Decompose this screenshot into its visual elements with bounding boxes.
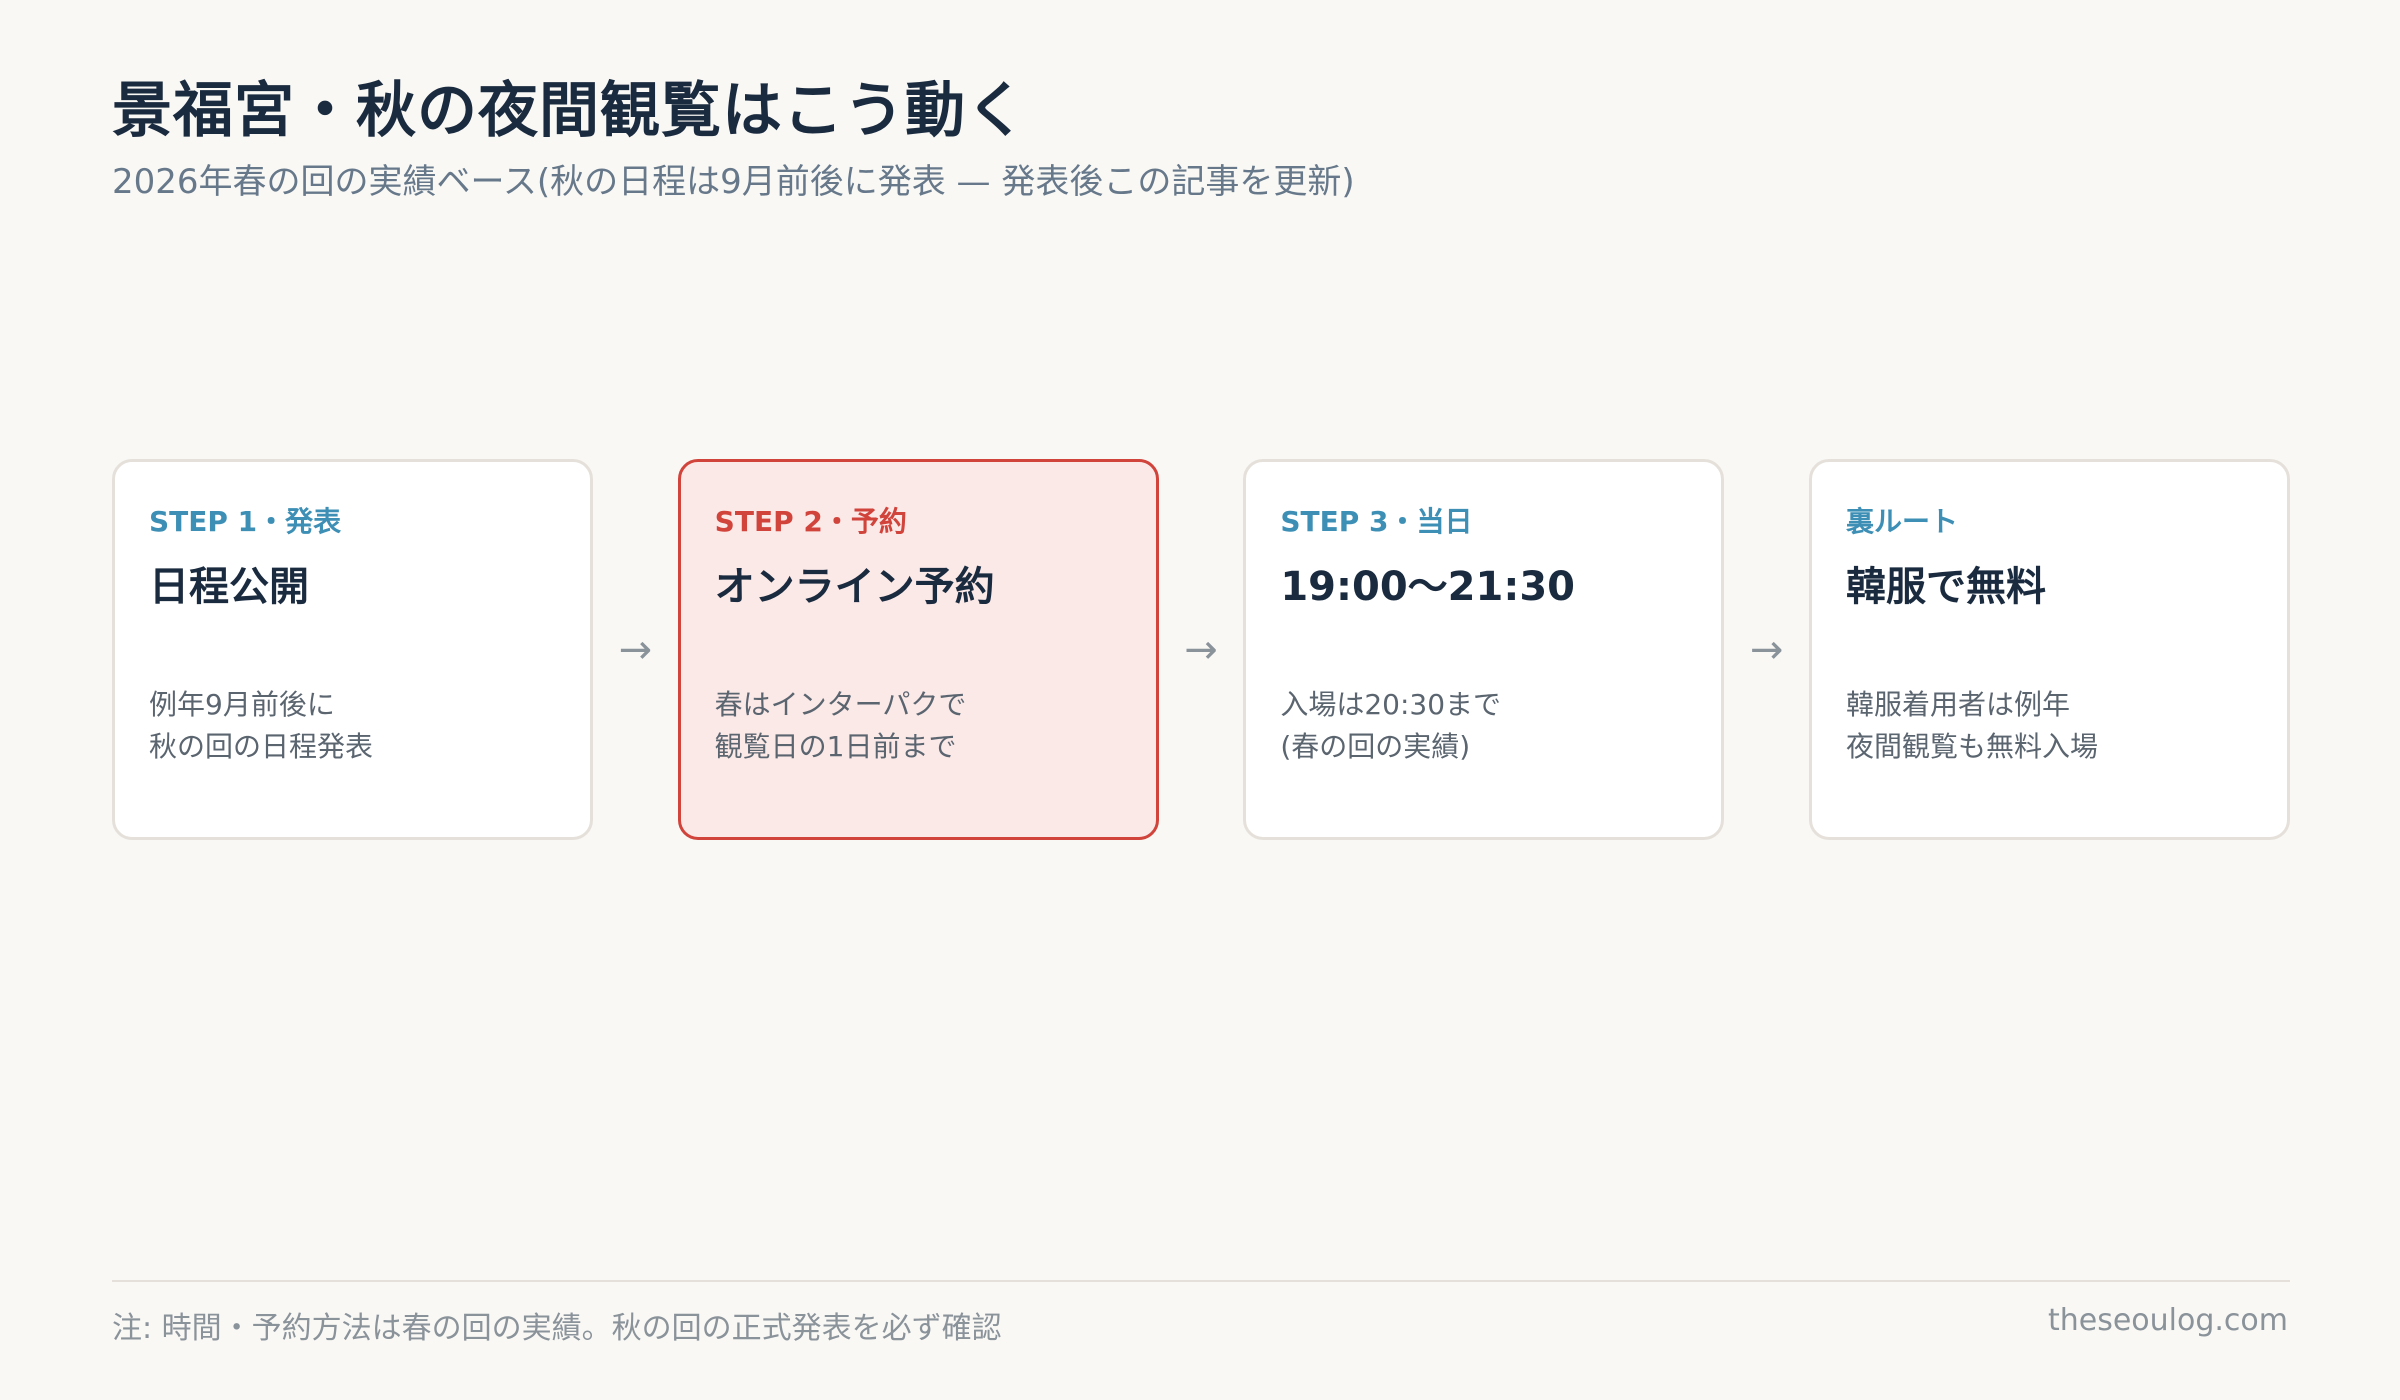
step-description-line: (春の回の実績) xyxy=(1280,730,1471,763)
step-heading: 日程公開 xyxy=(149,564,309,610)
site-brand: theseoulog.com xyxy=(2047,1303,2288,1338)
step-description: 入場は20:30まで (春の回の実績) xyxy=(1280,684,1501,768)
footer-divider xyxy=(112,1280,2290,1282)
step-heading: オンライン予約 xyxy=(714,564,995,610)
flow-diagram: STEP 1・発表 日程公開 例年9月前後に 秋の回の日程発表 → STEP 2… xyxy=(112,459,2291,840)
step-description: 春はインターパクで 観覧日の1日前まで xyxy=(715,684,967,768)
step-label: STEP 3・当日 xyxy=(1280,505,1473,538)
arrow-right-icon: → xyxy=(618,626,653,673)
step-heading: 19:00〜21:30 xyxy=(1280,564,1575,610)
footer-note: 注: 時間・予約方法は春の回の実績。秋の回の正式発表を必ず確認 xyxy=(112,1311,1002,1346)
step-card-day-of: STEP 3・当日 19:00〜21:30 入場は20:30まで (春の回の実績… xyxy=(1243,459,1725,840)
page-title: 景福宮・秋の夜間観覧はこう動く xyxy=(112,76,1027,146)
step-description-line: 秋の回の日程発表 xyxy=(149,730,374,763)
step-heading: 韓服で無料 xyxy=(1846,564,2047,610)
step-description-line: 例年9月前後に xyxy=(149,688,335,721)
step-label: STEP 1・発表 xyxy=(149,505,342,538)
step-description: 韓服着用者は例年 夜間観覧も無料入場 xyxy=(1846,684,2098,768)
arrow-right-icon: → xyxy=(1184,626,1218,673)
step-description-line: 観覧日の1日前まで xyxy=(714,730,957,763)
arrow-right-icon: → xyxy=(1749,626,1784,673)
step-label: 裏ルート xyxy=(1846,505,1959,538)
step-description-line: 入場は20:30まで xyxy=(1280,688,1502,721)
step-description: 例年9月前後に 秋の回の日程発表 xyxy=(149,684,373,768)
step-description-line: 夜間観覧も無料入場 xyxy=(1846,730,2099,763)
step-card-hanbok-route: 裏ルート 韓服で無料 韓服着用者は例年 夜間観覧も無料入場 xyxy=(1809,459,2291,840)
page-subtitle: 2026年春の回の実績ベース(秋の日程は9月前後に発表 — 発表後この記事を更新… xyxy=(112,162,1355,202)
step-label: STEP 2・予約 xyxy=(714,505,907,538)
step-card-reservation: STEP 2・予約 オンライン予約 春はインターパクで 観覧日の1日前まで xyxy=(677,459,1159,840)
step-description-line: 韓服着用者は例年 xyxy=(1846,688,2071,721)
step-description-line: 春はインターパクで xyxy=(714,688,967,721)
step-card-announce: STEP 1・発表 日程公開 例年9月前後に 秋の回の日程発表 xyxy=(112,459,593,840)
